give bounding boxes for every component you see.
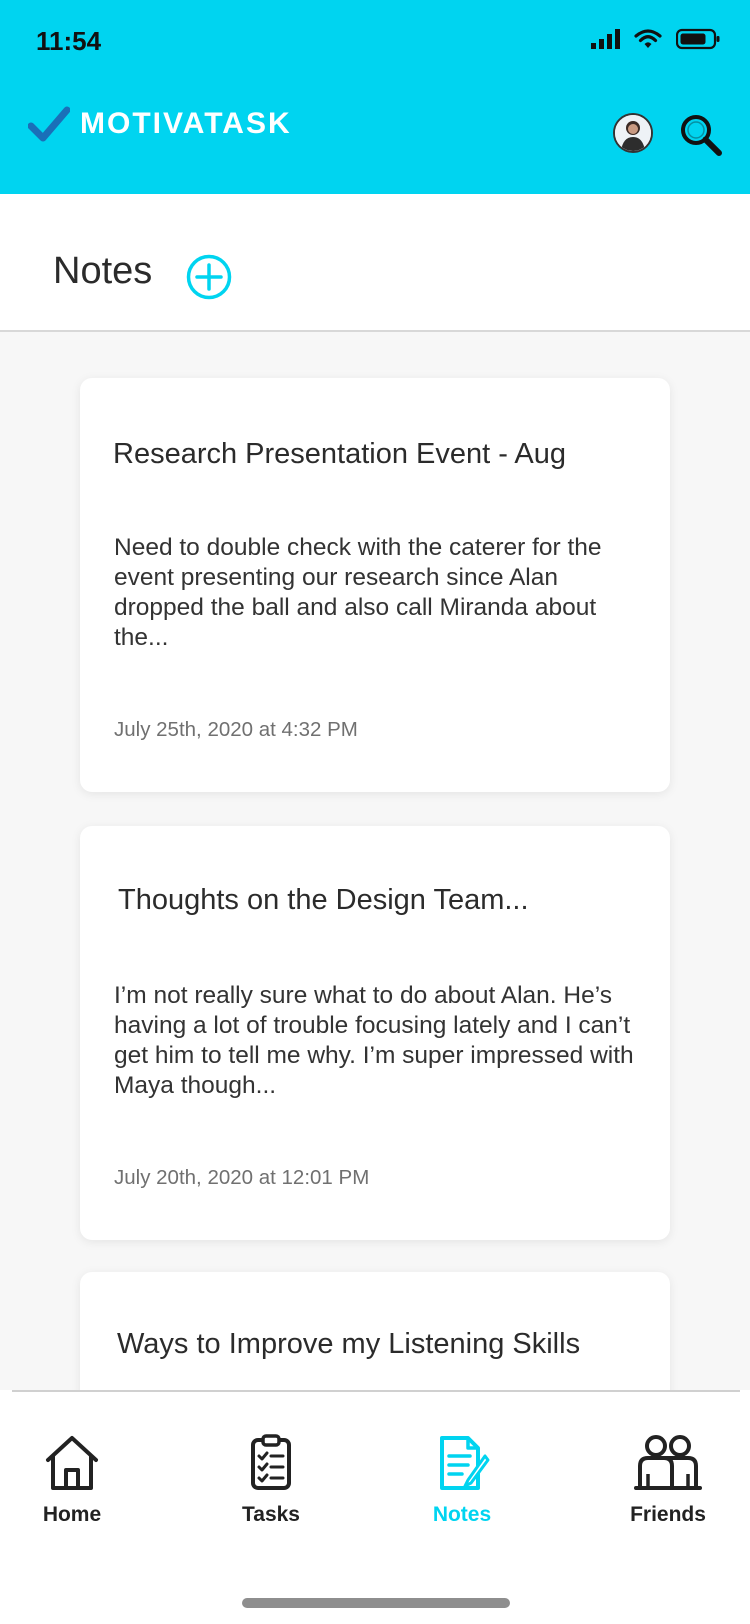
tab-tasks-label: Tasks (242, 1503, 300, 1526)
note-body: Need to double check with the caterer fo… (114, 534, 602, 651)
avatar[interactable] (613, 113, 653, 153)
tab-bar-divider (12, 1390, 740, 1392)
tab-friends[interactable]: Friends (608, 1434, 728, 1527)
brand-logo: MOTIVATASK (28, 104, 292, 144)
note-body: I’m not really sure what to do about Ala… (114, 982, 634, 1099)
tab-notes-label: Notes (432, 1503, 492, 1526)
checkmark-icon (28, 106, 70, 142)
note-date: July 25th, 2020 at 4:32 PM (114, 718, 358, 741)
note-card[interactable]: Thoughts on the Design Team... I’m not r… (80, 826, 670, 1240)
page-title: Notes (53, 250, 153, 292)
status-time: 11:54 (36, 26, 102, 56)
tab-home[interactable]: Home (12, 1434, 132, 1527)
friends-icon (634, 1435, 702, 1490)
brand-name: MOTIVATASK (80, 107, 292, 140)
note-title: Ways to Improve my Listening Skills (117, 1328, 581, 1360)
tab-home-label: Home (42, 1503, 102, 1526)
status-icons (590, 28, 720, 50)
tab-tasks[interactable]: Tasks (211, 1434, 331, 1527)
note-date: July 20th, 2020 at 12:01 PM (114, 1166, 370, 1189)
battery-icon (676, 28, 720, 50)
wifi-icon (634, 29, 662, 48)
tab-friends-label: Friends (630, 1503, 706, 1526)
note-title: Thoughts on the Design Team... (118, 884, 529, 916)
notes-header: Notes (0, 194, 750, 332)
tab-bar: Home Tasks Notes Friends (0, 1390, 750, 1624)
search-icon[interactable] (678, 112, 724, 158)
note-pencil-icon (440, 1436, 490, 1490)
note-card[interactable]: Research Presentation Event - Aug Need t… (80, 378, 670, 792)
top-bar: 11:54 MOTIVATASK (0, 0, 750, 194)
profile-picture-icon (615, 115, 651, 151)
signal-icon (591, 29, 620, 49)
clipboard-icon (251, 1434, 291, 1490)
add-note-icon[interactable] (186, 254, 232, 300)
home-icon (46, 1436, 98, 1490)
tab-notes[interactable]: Notes (402, 1434, 522, 1527)
home-indicator (242, 1598, 510, 1608)
note-title: Research Presentation Event - Aug (113, 438, 566, 470)
